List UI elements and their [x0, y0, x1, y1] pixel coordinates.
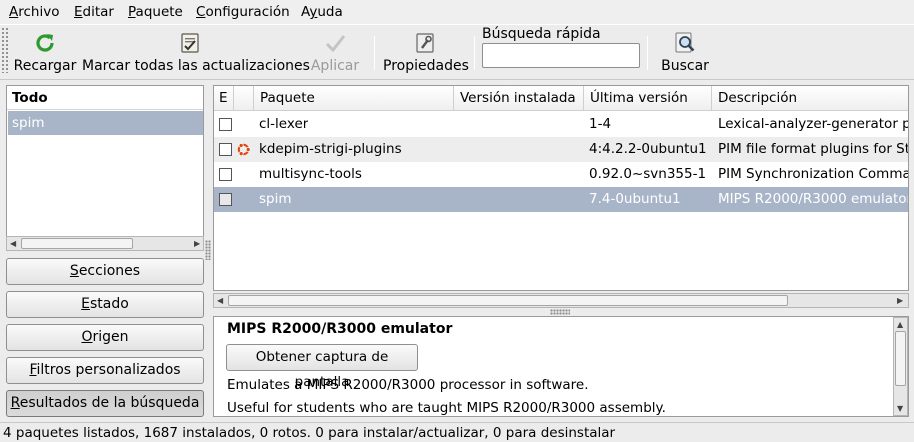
package-description: PIM Synchronization Commandline tools	[718, 166, 908, 182]
latest-version: 4:4.2.2-0ubuntu1	[589, 141, 707, 157]
menu-archivo[interactable]: Archivo	[9, 4, 59, 20]
get-screenshot-button[interactable]: Obtener captura de pantalla	[226, 344, 418, 390]
mark-all-icon	[181, 33, 199, 53]
filter-list-hscrollbar[interactable]: ◀ ▶	[6, 236, 204, 251]
menu-paquete[interactable]: Paquete	[128, 4, 183, 20]
table-row[interactable]: multisync-tools 0.92.0~svn355-1 PIM Sync…	[214, 162, 908, 187]
reload-button[interactable]: Recargar	[13, 31, 77, 74]
scroll-down-icon[interactable]: ▼	[897, 404, 903, 413]
mark-checkbox[interactable]	[219, 118, 232, 131]
package-description: MIPS R2000/R3000 emulator	[718, 191, 908, 207]
pane-splitter-grip-icon[interactable]	[550, 309, 570, 315]
menu-bar: Archivo Editar Paquete Configuración Ayu…	[0, 0, 914, 24]
mark-checkbox[interactable]	[219, 193, 232, 206]
column-header-description[interactable]: Descripción	[712, 86, 908, 111]
status-button[interactable]: Estado	[6, 291, 204, 318]
toolbar-separator	[474, 36, 475, 70]
scroll-up-icon[interactable]: ▲	[897, 320, 903, 329]
package-details: MIPS R2000/R3000 emulator Obtener captur…	[213, 316, 909, 417]
mark-checkbox[interactable]	[219, 143, 232, 156]
package-name: spim	[259, 191, 292, 207]
table-row-selected[interactable]: spim 7.4-0ubuntu1 MIPS R2000/R3000 emula…	[214, 187, 908, 212]
quick-search-input[interactable]	[482, 43, 640, 68]
latest-version: 7.4-0ubuntu1	[589, 191, 681, 207]
apply-button[interactable]: Aplicar	[309, 31, 361, 74]
details-title: MIPS R2000/R3000 emulator	[227, 321, 453, 337]
filter-list: Todo spim	[6, 85, 204, 251]
search-button[interactable]: Buscar	[659, 31, 711, 74]
filter-list-item[interactable]: spim	[8, 111, 203, 135]
reload-icon	[36, 34, 54, 52]
quick-search-label: Búsqueda rápida	[482, 26, 601, 42]
menu-editar[interactable]: Editar	[74, 4, 114, 20]
latest-version: 1-4	[589, 116, 612, 132]
ubuntu-supported-icon	[237, 142, 251, 157]
search-icon	[675, 32, 695, 53]
table-row[interactable]: cl-lexer 1-4 Lexical-analyzer-generator …	[214, 112, 908, 137]
search-results-button[interactable]: Resultados de la búsqueda	[6, 390, 204, 417]
filter-list-header[interactable]: Todo	[7, 86, 203, 110]
column-header-latest-version[interactable]: Última versión	[584, 86, 712, 111]
sections-button[interactable]: Secciones	[6, 258, 204, 285]
pane-grip-icon[interactable]	[205, 240, 211, 260]
details-vscrollbar[interactable]: ▲ ▼	[893, 317, 908, 416]
scroll-thumb[interactable]	[228, 295, 788, 306]
column-header-icon[interactable]	[234, 86, 254, 111]
scroll-thumb[interactable]	[21, 238, 133, 249]
package-name: kdepim-strigi-plugins	[259, 141, 402, 157]
scroll-left-icon[interactable]: ◀	[10, 239, 16, 248]
toolbar-grip-icon[interactable]	[1, 27, 9, 73]
column-header-package[interactable]: Paquete	[254, 86, 454, 111]
toolbar-separator	[374, 36, 375, 70]
package-table: E Paquete Versión instalada Última versi…	[213, 85, 909, 291]
column-header-status[interactable]: E	[214, 86, 234, 111]
mark-checkbox[interactable]	[219, 168, 232, 181]
column-header-installed-version[interactable]: Versión instalada	[454, 86, 584, 111]
package-name: multisync-tools	[259, 166, 362, 182]
mark-all-updates-button[interactable]: Marcar todas las actualizaciones	[82, 31, 310, 74]
apply-check-icon	[325, 35, 346, 53]
table-hscrollbar[interactable]: ◀ ▶	[213, 293, 909, 308]
toolbar-separator	[647, 36, 648, 70]
menu-configuracion[interactable]: Configuración	[196, 4, 290, 20]
origin-button[interactable]: Origen	[6, 324, 204, 351]
details-line: Emulates a MIPS R2000/R3000 processor in…	[227, 377, 589, 393]
properties-icon	[416, 33, 434, 53]
scroll-right-icon[interactable]: ▶	[897, 296, 903, 305]
scroll-left-icon[interactable]: ◀	[217, 296, 223, 305]
details-line: Useful for students who are taught MIPS …	[227, 400, 666, 416]
properties-button[interactable]: Propiedades	[383, 31, 469, 74]
table-row[interactable]: kdepim-strigi-plugins 4:4.2.2-0ubuntu1 P…	[214, 137, 908, 162]
package-description: PIM file format plugins for Strigi	[718, 141, 908, 157]
custom-filters-button[interactable]: Filtros personalizados	[6, 357, 204, 384]
package-name: cl-lexer	[259, 116, 309, 132]
status-bar: 4 paquetes listados, 1687 instalados, 0 …	[0, 422, 914, 442]
package-description: Lexical-analyzer-generator package for C…	[718, 116, 908, 132]
scroll-right-icon[interactable]: ▶	[194, 239, 200, 248]
latest-version: 0.92.0~svn355-1	[589, 166, 707, 182]
menu-ayuda[interactable]: Ayuda	[301, 4, 343, 20]
scroll-thumb[interactable]	[895, 331, 906, 386]
